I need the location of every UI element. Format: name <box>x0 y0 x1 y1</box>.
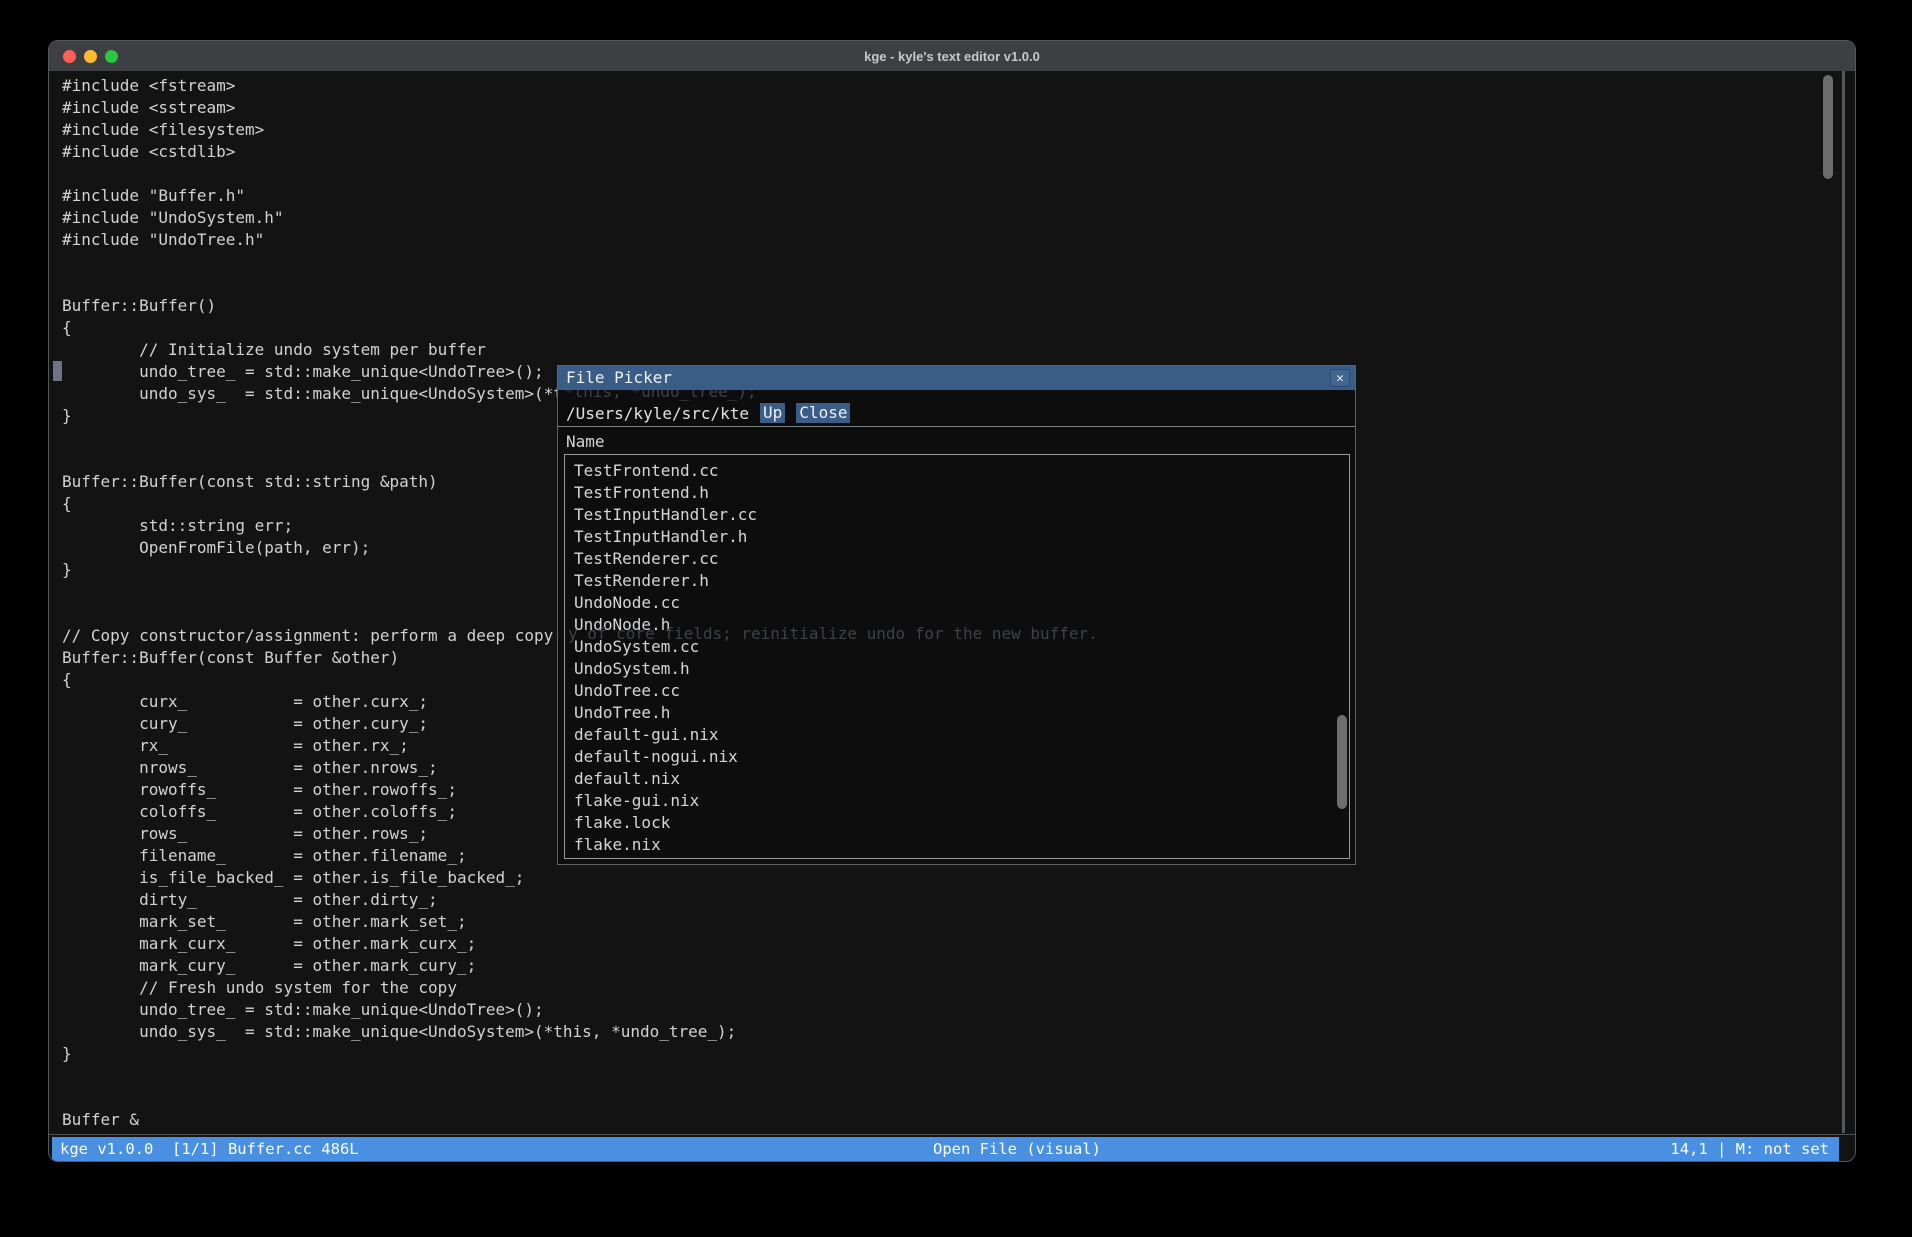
window-titlebar[interactable]: kge - kyle's text editor v1.0.0 <box>49 41 1855 71</box>
file-list-item[interactable]: TestInputHandler.h <box>574 526 1349 548</box>
file-list-item[interactable]: flake-gui.nix <box>574 790 1349 812</box>
code-line[interactable]: Buffer & <box>62 1109 1856 1131</box>
file-list-item[interactable]: flake.nix <box>574 834 1349 856</box>
code-line[interactable]: // Initialize undo system per buffer <box>62 339 1856 361</box>
status-bar: kge v1.0.0 [1/1] Buffer.cc 486L Open Fil… <box>52 1137 1839 1161</box>
code-line[interactable]: #include "UndoTree.h" <box>62 229 1856 251</box>
file-list-scrollbar-thumb[interactable] <box>1337 715 1347 809</box>
code-line[interactable] <box>62 251 1856 273</box>
file-list-item[interactable]: UndoTree.h <box>574 702 1349 724</box>
file-list-item[interactable]: flake.lock <box>574 812 1349 834</box>
code-line[interactable]: mark_set_ = other.mark_set_; <box>62 911 1856 933</box>
file-list[interactable]: TestFrontend.ccTestFrontend.hTestInputHa… <box>564 454 1350 859</box>
code-line[interactable] <box>62 1087 1856 1109</box>
file-list-item[interactable]: default-gui.nix <box>574 724 1349 746</box>
code-line[interactable] <box>62 273 1856 295</box>
code-line[interactable]: Buffer::Buffer() <box>62 295 1856 317</box>
status-mode: Open File (visual) <box>933 1137 1101 1161</box>
dialog-close-icon[interactable]: ✕ <box>1330 369 1350 387</box>
file-picker-dialog: *this, *undo_tree_); y of core fields; r… <box>557 365 1356 865</box>
code-line[interactable]: #include "UndoSystem.h" <box>62 207 1856 229</box>
file-list-item[interactable]: TestInputHandler.cc <box>574 504 1349 526</box>
window-title: kge - kyle's text editor v1.0.0 <box>49 49 1855 64</box>
dialog-titlebar[interactable]: File Picker ✕ <box>558 366 1355 390</box>
code-line[interactable]: dirty_ = other.dirty_; <box>62 889 1856 911</box>
path-row: /Users/kyle/src/kte Up Close <box>566 402 850 424</box>
code-line[interactable] <box>62 163 1856 185</box>
dimmed-code-text: y of core fields; reinitialize undo for … <box>568 624 1098 643</box>
close-dialog-button[interactable]: Close <box>796 403 850 423</box>
file-list-item[interactable]: TestFrontend.cc <box>574 460 1349 482</box>
editor-scrollbar-track[interactable] <box>1842 71 1845 1133</box>
code-line[interactable]: is_file_backed_ = other.is_file_backed_; <box>62 867 1856 889</box>
file-list-item[interactable]: UndoNode.cc <box>574 592 1349 614</box>
editor-window: kge - kyle's text editor v1.0.0 #include… <box>48 40 1856 1162</box>
code-line[interactable]: #include <cstdlib> <box>62 141 1856 163</box>
file-list-item[interactable]: default.nix <box>574 768 1349 790</box>
status-file-info: kge v1.0.0 [1/1] Buffer.cc 486L <box>60 1137 359 1161</box>
file-list-item[interactable]: UndoSystem.h <box>574 658 1349 680</box>
code-line[interactable]: { <box>62 317 1856 339</box>
separator <box>558 426 1355 427</box>
editor-scrollbar-thumb[interactable] <box>1823 75 1833 179</box>
file-list-header: Name <box>566 432 605 451</box>
editor-cursor <box>53 361 62 381</box>
file-list-item[interactable]: TestRenderer.cc <box>574 548 1349 570</box>
status-cursor-position: 14,1 | M: not set <box>1670 1137 1829 1161</box>
desktop: { "window": { "title": "kge - kyle's tex… <box>0 0 1912 1237</box>
dialog-title: File Picker <box>566 368 672 387</box>
code-line[interactable] <box>62 1065 1856 1087</box>
up-directory-button[interactable]: Up <box>760 403 785 423</box>
current-path: /Users/kyle/src/kte <box>566 404 749 423</box>
file-list-item[interactable]: UndoTree.cc <box>574 680 1349 702</box>
file-list-item[interactable]: TestFrontend.h <box>574 482 1349 504</box>
code-line[interactable]: // Fresh undo system for the copy <box>62 977 1856 999</box>
code-line[interactable]: #include <filesystem> <box>62 119 1856 141</box>
code-line[interactable]: mark_cury_ = other.mark_cury_; <box>62 955 1856 977</box>
code-line[interactable]: undo_sys_ = std::make_unique<UndoSystem>… <box>62 1021 1856 1043</box>
code-line[interactable]: } <box>62 1043 1856 1065</box>
file-list-item[interactable]: default-nogui.nix <box>574 746 1349 768</box>
code-line[interactable]: mark_curx_ = other.mark_curx_; <box>62 933 1856 955</box>
code-line[interactable]: #include <sstream> <box>62 97 1856 119</box>
code-line[interactable]: #include "Buffer.h" <box>62 185 1856 207</box>
code-line[interactable]: undo_tree_ = std::make_unique<UndoTree>(… <box>62 999 1856 1021</box>
file-list-item[interactable]: TestRenderer.h <box>574 570 1349 592</box>
code-line[interactable]: #include <fstream> <box>62 75 1856 97</box>
